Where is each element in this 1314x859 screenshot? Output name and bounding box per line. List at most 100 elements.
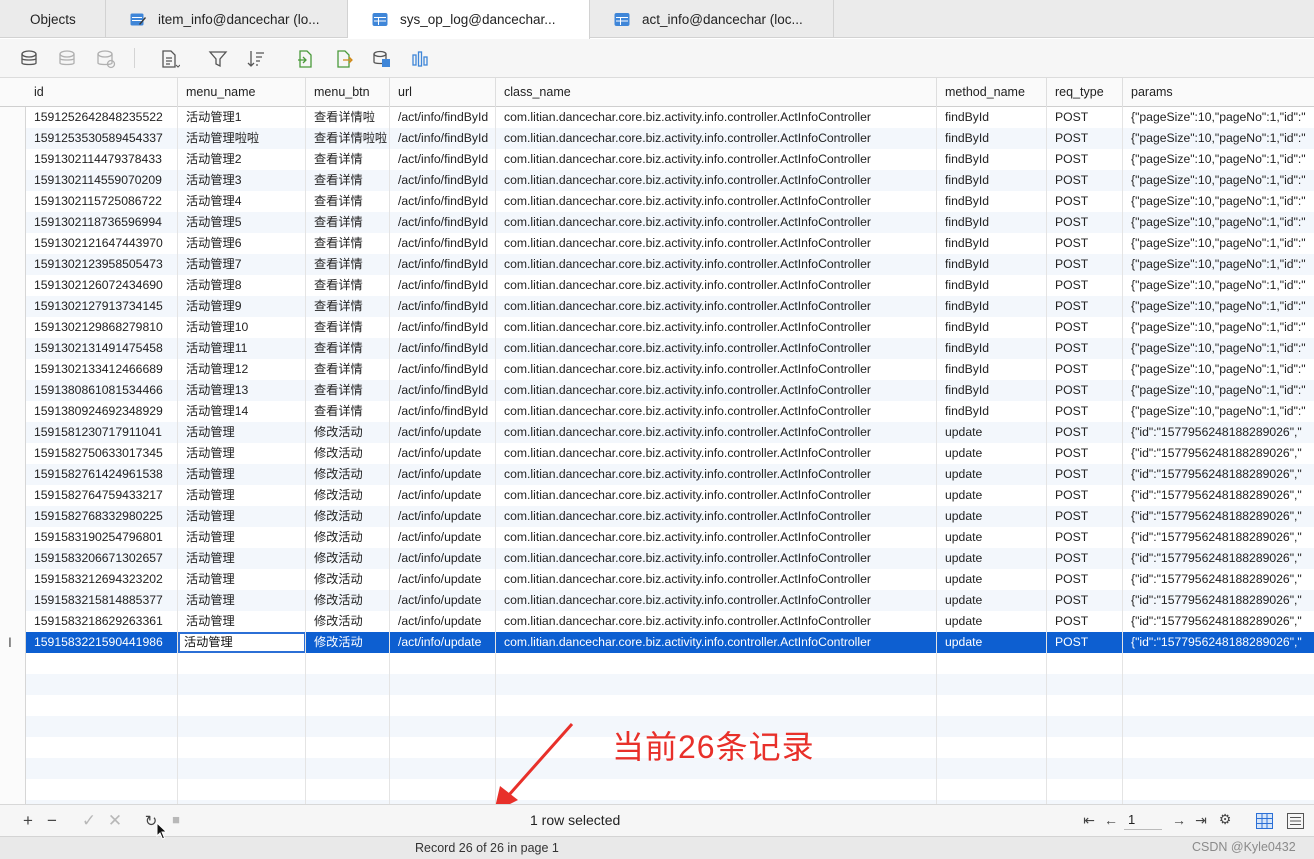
table-cell[interactable]: POST [1047, 170, 1123, 191]
table-cell[interactable]: 活动管理11 [178, 338, 306, 359]
table-cell[interactable]: findById [937, 149, 1047, 170]
table-cell[interactable]: com.litian.dancechar.core.biz.activity.i… [496, 254, 937, 275]
table-cell[interactable]: com.litian.dancechar.core.biz.activity.i… [496, 212, 937, 233]
table-cell[interactable]: 活动管理 [178, 548, 306, 569]
table-cell[interactable]: /act/info/findById [390, 149, 496, 170]
column-header-id[interactable]: id [26, 78, 178, 107]
table-row[interactable]: 1591582761424961538 活动管理 修改活动/act/info/upd… [26, 464, 1314, 485]
table-cell[interactable]: {"id":"1577956248188289026"," [1123, 569, 1314, 590]
table-cell[interactable]: 查看详情 [306, 191, 390, 212]
table-cell[interactable]: com.litian.dancechar.core.biz.activity.i… [496, 233, 937, 254]
table-cell[interactable]: 查看详情 [306, 338, 390, 359]
import-icon[interactable] [296, 49, 316, 69]
table-cell[interactable]: {"pageSize":10,"pageNo":1,"id":" [1123, 275, 1314, 296]
table-cell[interactable]: 活动管理3 [178, 170, 306, 191]
table-cell[interactable]: {"id":"1577956248188289026"," [1123, 527, 1314, 548]
table-cell[interactable]: 修改活动 [306, 485, 390, 506]
table-row[interactable]: 1591302115725086722 活动管理4 查看详情/act/info/fi… [26, 191, 1314, 212]
table-cell[interactable]: 1591582768332980225 [26, 506, 178, 527]
table-cell[interactable]: 1591302121647443970 [26, 233, 178, 254]
table-cell[interactable]: 活动管理10 [178, 317, 306, 338]
table-cell[interactable]: update [937, 632, 1047, 653]
table-cell[interactable]: findById [937, 107, 1047, 128]
table-cell[interactable]: POST [1047, 632, 1123, 653]
table-row[interactable]: 1591302126072434690 活动管理8 查看详情/act/info/fi… [26, 275, 1314, 296]
table-cell[interactable]: /act/info/findById [390, 128, 496, 149]
table-cell[interactable]: /act/info/findById [390, 212, 496, 233]
table-row[interactable]: 1591583190254796801 活动管理 修改活动/act/info/upd… [26, 527, 1314, 548]
column-header-url[interactable]: url [390, 78, 496, 107]
table-cell[interactable]: {"pageSize":10,"pageNo":1,"id":" [1123, 401, 1314, 422]
table-cell[interactable]: /act/info/findById [390, 296, 496, 317]
table-cell[interactable]: 查看详情 [306, 149, 390, 170]
table-cell[interactable]: {"pageSize":10,"pageNo":1,"id":" [1123, 317, 1314, 338]
table-cell[interactable]: {"id":"1577956248188289026"," [1123, 485, 1314, 506]
table-row[interactable]: 1591582768332980225 活动管理 修改活动/act/info/upd… [26, 506, 1314, 527]
table-cell[interactable]: 活动管理 [178, 506, 306, 527]
table-cell[interactable]: 1591302131491475458 [26, 338, 178, 359]
next-page-button[interactable]: → [1171, 812, 1187, 828]
table-row[interactable]: 1591302114559070209 活动管理3 查看详情/act/info/fi… [26, 170, 1314, 191]
tab-objects[interactable]: Objects [0, 0, 106, 38]
table-cell[interactable]: POST [1047, 359, 1123, 380]
table-cell[interactable]: {"pageSize":10,"pageNo":1,"id":" [1123, 359, 1314, 380]
table-cell[interactable]: {"id":"1577956248188289026"," [1123, 611, 1314, 632]
table-cell[interactable]: POST [1047, 422, 1123, 443]
delete-record-button[interactable]: − [44, 811, 60, 831]
table-cell[interactable]: {"pageSize":10,"pageNo":1,"id":" [1123, 128, 1314, 149]
table-cell[interactable]: {"id":"1577956248188289026"," [1123, 422, 1314, 443]
table-cell[interactable]: findById [937, 317, 1047, 338]
table-cell[interactable]: com.litian.dancechar.core.biz.activity.i… [496, 527, 937, 548]
table-cell[interactable]: 1591583190254796801 [26, 527, 178, 548]
table-row[interactable]: 1591583212694323202 活动管理 修改活动/act/info/upd… [26, 569, 1314, 590]
table-row-selected[interactable]: 1591583221590441986 活动管理 修改活动/act/info/upd… [26, 632, 1314, 653]
grid-view-icon[interactable] [1256, 813, 1273, 829]
table-row[interactable]: 1591253530589454337 活动管理啦啦 查看详情啦啦/act/info… [26, 128, 1314, 149]
table-cell[interactable]: {"pageSize":10,"pageNo":1,"id":" [1123, 254, 1314, 275]
table-cell[interactable]: 活动管理6 [178, 233, 306, 254]
table-cell[interactable]: 查看详情 [306, 359, 390, 380]
table-cell[interactable]: {"pageSize":10,"pageNo":1,"id":" [1123, 107, 1314, 128]
table-cell[interactable]: 1591582761424961538 [26, 464, 178, 485]
table-cell[interactable]: com.litian.dancechar.core.biz.activity.i… [496, 611, 937, 632]
table-cell[interactable]: 1591380861081534466 [26, 380, 178, 401]
table-cell[interactable]: 修改活动 [306, 611, 390, 632]
table-cell[interactable]: 1591302115725086722 [26, 191, 178, 212]
table-cell[interactable]: update [937, 422, 1047, 443]
table-cell[interactable]: 1591253530589454337 [26, 128, 178, 149]
table-cell[interactable]: findById [937, 338, 1047, 359]
table-cell[interactable]: POST [1047, 107, 1123, 128]
filter-icon[interactable] [208, 49, 228, 69]
table-cell[interactable]: POST [1047, 254, 1123, 275]
table-cell[interactable]: com.litian.dancechar.core.biz.activity.i… [496, 338, 937, 359]
table-cell[interactable]: {"pageSize":10,"pageNo":1,"id":" [1123, 380, 1314, 401]
table-cell[interactable]: POST [1047, 464, 1123, 485]
table-cell[interactable]: 查看详情 [306, 275, 390, 296]
table-row[interactable]: 1591252642848235522 活动管理1 查看详情啦/act/info/f… [26, 107, 1314, 128]
table-cell[interactable]: findById [937, 170, 1047, 191]
table-cell[interactable]: POST [1047, 401, 1123, 422]
table-row[interactable]: 1591302121647443970 活动管理6 查看详情/act/info/fi… [26, 233, 1314, 254]
table-cell[interactable]: 活动管理 [178, 422, 306, 443]
table-cell[interactable]: com.litian.dancechar.core.biz.activity.i… [496, 506, 937, 527]
table-cell[interactable]: findById [937, 191, 1047, 212]
table-cell[interactable]: 1591582764759433217 [26, 485, 178, 506]
table-cell[interactable]: 修改活动 [306, 443, 390, 464]
table-cell[interactable]: com.litian.dancechar.core.biz.activity.i… [496, 464, 937, 485]
table-cell[interactable]: 活动管理7 [178, 254, 306, 275]
add-record-button[interactable]: + [20, 811, 36, 831]
table-cell[interactable]: 1591302123958505473 [26, 254, 178, 275]
table-cell[interactable]: /act/info/update [390, 485, 496, 506]
table-cell[interactable]: update [937, 485, 1047, 506]
table-cell[interactable]: com.litian.dancechar.core.biz.activity.i… [496, 170, 937, 191]
table-cell[interactable]: {"id":"1577956248188289026"," [1123, 548, 1314, 569]
table-cell[interactable]: POST [1047, 338, 1123, 359]
table-cell[interactable]: /act/info/findById [390, 254, 496, 275]
table-cell[interactable]: /act/info/update [390, 443, 496, 464]
table-cell[interactable]: POST [1047, 611, 1123, 632]
table-cell[interactable]: /act/info/findById [390, 317, 496, 338]
page-number-input[interactable] [1124, 810, 1162, 830]
column-header-menu-btn[interactable]: menu_btn [306, 78, 390, 107]
table-cell[interactable]: update [937, 527, 1047, 548]
table-cell[interactable]: {"pageSize":10,"pageNo":1,"id":" [1123, 338, 1314, 359]
